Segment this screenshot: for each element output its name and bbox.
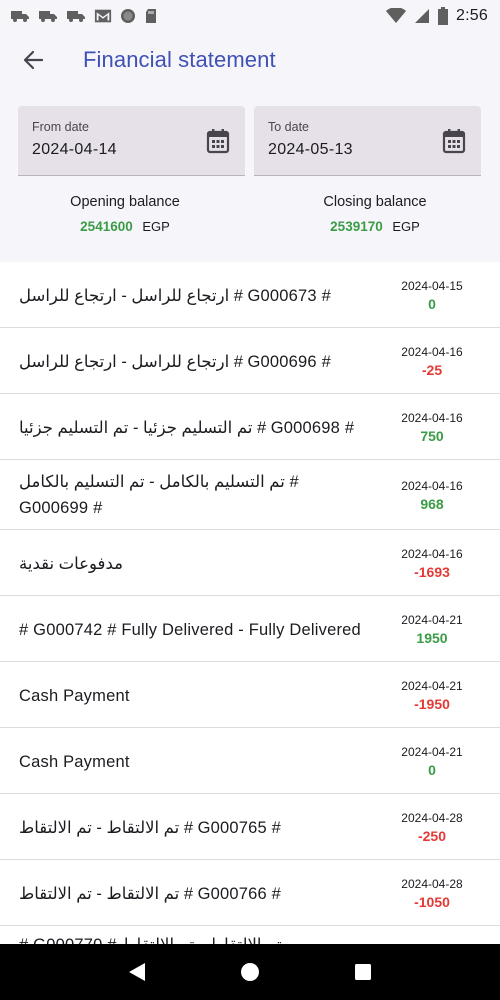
back-button[interactable] [9,36,57,84]
list-item[interactable]: مدفوعات نقدية 2024-04-16 -1693 [0,530,500,596]
transaction-meta: 2024-04-16 -1693 [392,547,472,580]
transaction-date: 2024-04-21 [401,679,463,693]
list-item[interactable]: ارتجاع للراسل - ارتجاع للراسل # G000673 … [0,262,500,328]
opening-balance-label: Opening balance [70,194,180,210]
status-bar: 2:56 [0,0,500,32]
closing-balance-row: 2539170 EGP [260,219,490,234]
arrow-back-icon [23,50,44,70]
truck-icon [39,11,57,22]
battery-icon [438,7,449,25]
home-circle-icon [240,963,259,981]
clock-time: 2:56 [456,7,488,24]
transaction-description: ارتجاع للراسل - ارتجاع للراسل # G000673 … [19,287,331,305]
transaction-description: مدفوعات نقدية [19,555,123,573]
closing-balance-amount: 2539170 [330,219,383,234]
transaction-amount: -1950 [414,696,450,712]
transaction-description: Cash Payment [19,753,130,771]
page-title: Financial statement [83,47,276,72]
transaction-amount: 1950 [416,630,448,646]
wifi-icon [386,8,407,23]
transaction-amount: -1693 [414,564,450,580]
transaction-description: # G000742 # Fully Delivered - Fully Deli… [19,621,361,639]
transaction-description: تم الالتقاط - تم الالتقاط # G000766 # [19,885,282,903]
recents-square-icon [355,964,372,980]
transaction-meta: 2024-04-28 -1050 [392,877,472,910]
transaction-meta: 2024-04-28 -250 [392,811,472,844]
calendar-icon[interactable] [206,128,230,154]
transaction-meta: 2024-04-21 -1950 [392,679,472,712]
opening-balance: Opening balance 2541600 EGP [10,194,240,234]
transaction-amount: 750 [420,428,444,444]
transaction-date: 2024-04-28 [401,877,463,891]
transaction-amount: 0 [428,296,436,312]
list-item[interactable]: Cash Payment 2024-04-21 -1950 [0,662,500,728]
transaction-amount: 0 [428,762,436,778]
transaction-description: تم الالتقاط - تم الالتقاط # G000765 # [19,819,282,837]
list-item[interactable]: تم الالتقاط - تم الالتقاط # G000766 # 20… [0,860,500,926]
transaction-date: 2024-04-16 [401,479,463,493]
app-bar: Financial statement [0,32,500,88]
from-date-label: From date [32,120,89,134]
transaction-meta: 2024-04-21 0 [392,745,472,778]
transaction-date: 2024-04-21 [401,745,463,759]
nav-home-button[interactable] [226,948,274,996]
transaction-meta: 2024-04-15 0 [392,279,472,312]
calendar-icon[interactable] [442,128,466,154]
closing-balance: Closing balance 2539170 EGP [260,194,490,234]
truck-icon [67,11,85,22]
to-date-field[interactable]: To date 2024-05-13 [254,106,481,176]
transaction-date: 2024-04-16 [401,411,463,425]
from-date-field[interactable]: From date 2024-04-14 [18,106,245,176]
list-item[interactable]: # G000770 # تم الالتقاط - تم الالتقاط [0,926,500,944]
list-item[interactable]: # G000742 # Fully Delivered - Fully Deli… [0,596,500,662]
list-item[interactable]: تم الالتقاط - تم الالتقاط # G000765 # 20… [0,794,500,860]
transaction-date: 2024-04-16 [401,345,463,359]
from-date-value: 2024-04-14 [32,141,117,158]
back-triangle-icon [128,963,145,981]
opening-balance-amount: 2541600 [80,219,133,234]
list-item[interactable]: تم التسليم جزئيا - تم التسليم جزئيا # G0… [0,394,500,460]
transaction-date: 2024-04-15 [401,279,463,293]
transaction-description: تم التسليم بالكامل - تم التسليم بالكامل … [19,473,299,517]
transaction-meta: 2024-04-16 968 [392,479,472,512]
transaction-description: تم التسليم جزئيا - تم التسليم جزئيا # G0… [19,419,355,437]
transaction-meta: 2024-04-16 750 [392,411,472,444]
nav-recents-button[interactable] [339,948,387,996]
list-item[interactable]: ارتجاع للراسل - ارتجاع للراسل # G000696 … [0,328,500,394]
transaction-description: ارتجاع للراسل - ارتجاع للراسل # G000696 … [19,353,331,371]
signal-icon [415,9,430,23]
transaction-meta: 2024-04-21 1950 [392,613,472,646]
notification-icons [10,8,158,24]
opening-balance-currency: EGP [142,219,170,234]
system-nav-bar [0,944,500,1000]
opening-balance-row: 2541600 EGP [10,219,240,234]
transaction-amount: -1050 [414,894,450,910]
closing-balance-currency: EGP [392,219,420,234]
truck-icon [11,11,29,22]
transaction-amount: 968 [420,496,444,512]
transaction-date: 2024-04-28 [401,811,463,825]
transaction-description: # G000770 # تم الالتقاط - تم الالتقاط [19,932,389,944]
system-icons: 2:56 [386,7,488,25]
transaction-amount: -25 [421,362,443,378]
transaction-list[interactable]: ارتجاع للراسل - ارتجاع للراسل # G000673 … [0,262,500,944]
transaction-meta: 2024-04-16 -25 [392,345,472,378]
list-item[interactable]: Cash Payment 2024-04-21 0 [0,728,500,794]
list-item[interactable]: تم التسليم بالكامل - تم التسليم بالكامل … [0,460,500,530]
nav-back-button[interactable] [113,948,161,996]
sd-card-icon [146,9,156,23]
transaction-date: 2024-04-21 [401,613,463,627]
transaction-description: Cash Payment [19,687,130,705]
gmail-icon [94,9,112,23]
transaction-date: 2024-04-16 [401,547,463,561]
to-date-value: 2024-05-13 [268,141,353,158]
closing-balance-label: Closing balance [323,194,427,210]
transaction-amount: -250 [417,828,447,844]
to-date-label: To date [268,120,310,134]
circle-icon [121,9,135,23]
